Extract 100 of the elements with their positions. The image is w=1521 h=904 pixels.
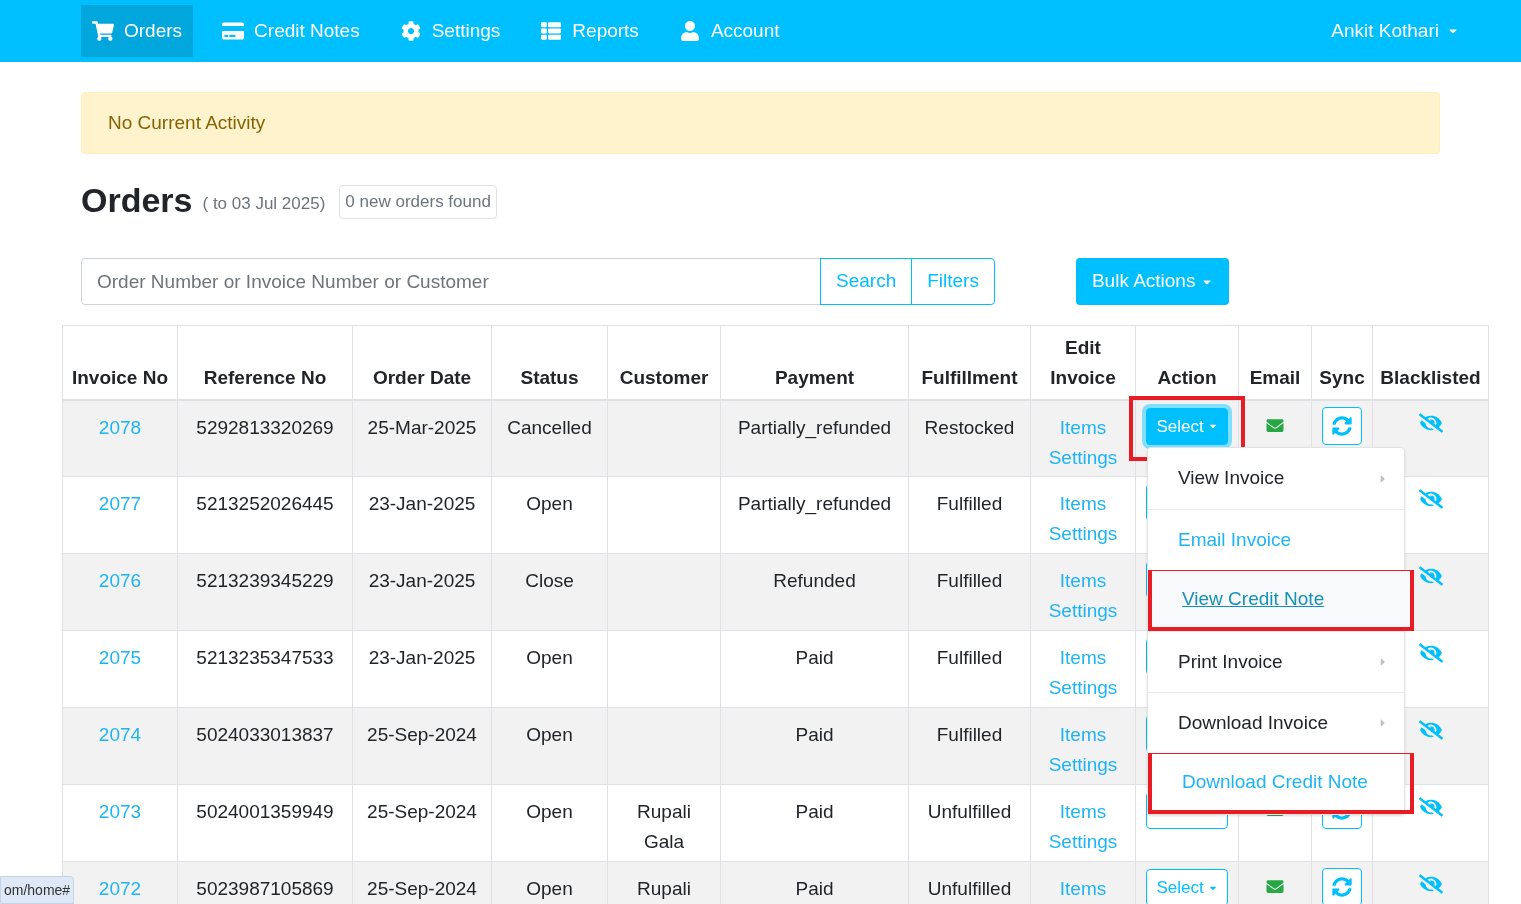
eye-slash-icon[interactable] <box>1418 566 1443 586</box>
dropdown-item[interactable]: Email Invoice <box>1148 510 1404 570</box>
order-status: Open <box>526 724 573 745</box>
column-header: Email <box>1238 325 1312 400</box>
nav-tab[interactable]: Reports <box>529 5 650 57</box>
dropdown-item[interactable]: Print Invoice <box>1148 632 1404 692</box>
column-header: Blacklisted <box>1372 325 1489 400</box>
column-header: Invoice No <box>62 325 178 400</box>
cart-icon <box>92 21 114 41</box>
column-header: Fulfillment <box>908 325 1031 400</box>
dropdown-item[interactable]: View Invoice <box>1148 448 1404 509</box>
eye-slash-icon[interactable] <box>1418 643 1443 663</box>
reference-number: 5024033013837 <box>196 724 334 745</box>
edit-link[interactable]: Items <box>1059 724 1107 745</box>
column-header: Status <box>491 325 608 400</box>
edit-link[interactable]: Items <box>1059 416 1107 438</box>
reference-number: 5023987105869 <box>196 878 334 899</box>
edit-link[interactable]: Items <box>1059 493 1107 514</box>
date-range: ( to 03 Jul 2025) <box>202 192 326 215</box>
fulfillment-status: Unfulfilled <box>927 801 1012 822</box>
email-icon[interactable] <box>1265 878 1285 895</box>
user-icon <box>678 21 701 41</box>
sync-button[interactable] <box>1322 406 1362 445</box>
reference-number: 5024001359949 <box>196 801 334 822</box>
invoice-link[interactable]: 2074 <box>98 724 142 745</box>
order-date: 25-Mar-2025 <box>367 416 477 438</box>
order-date: 23-Jan-2025 <box>368 493 476 514</box>
column-header: Sync <box>1311 325 1373 400</box>
search-field[interactable]: Order Number or Invoice Number or Customer <box>81 258 821 305</box>
fulfillment-status: Fulfilled <box>936 570 1003 591</box>
alert-text: No Current Activity <box>108 110 266 135</box>
reference-number: 5213239345229 <box>196 570 334 591</box>
eye-slash-icon[interactable] <box>1418 412 1443 433</box>
status-url-tooltip: om/home# <box>0 876 75 904</box>
page-title: Orders <box>81 180 193 220</box>
edit-link[interactable]: Settings <box>1048 600 1118 621</box>
invoice-link[interactable]: 2072 <box>98 878 142 899</box>
edit-link[interactable]: Settings <box>1048 831 1118 852</box>
user-menu[interactable]: Ankit Kothari <box>1331 16 1459 46</box>
order-status: Open <box>526 878 573 899</box>
order-date: 23-Jan-2025 <box>368 647 476 668</box>
edit-link[interactable]: Items <box>1059 570 1107 591</box>
sync-icon <box>1332 877 1352 897</box>
payment-status: Paid <box>795 647 834 668</box>
column-header: Edit Invoice <box>1030 325 1136 400</box>
nav-tab[interactable]: Settings <box>388 5 512 57</box>
fulfillment-status: Fulfilled <box>936 647 1003 668</box>
dropdown-item[interactable]: Download Credit Note <box>1152 754 1410 810</box>
settings-icon <box>399 21 422 41</box>
invoice-link[interactable]: 2077 <box>98 493 142 514</box>
order-status: Open <box>526 493 573 514</box>
fulfillment-status: Fulfilled <box>936 493 1003 514</box>
invoice-link[interactable]: 2075 <box>98 647 142 668</box>
payment-status: Refunded <box>773 570 856 591</box>
select-dropdown-button[interactable]: Select <box>1146 869 1228 904</box>
invoice-link[interactable]: 2073 <box>98 801 142 822</box>
dropdown-item[interactable]: View Credit Note <box>1152 571 1410 627</box>
email-icon[interactable] <box>1265 416 1285 434</box>
edit-link[interactable]: Items <box>1059 801 1107 822</box>
order-status: Close <box>525 570 574 591</box>
list-icon <box>540 21 563 41</box>
order-date: 25-Sep-2024 <box>367 878 477 899</box>
payment-status: Partially_refunded <box>737 493 892 514</box>
payment-status: Partially_refunded <box>737 416 892 438</box>
search-button[interactable]: Search <box>820 258 913 305</box>
filters-button[interactable]: Filters <box>911 258 995 305</box>
reference-number: 5292813320269 <box>196 416 334 438</box>
sync-button[interactable] <box>1322 868 1362 904</box>
column-header: Payment <box>720 325 909 400</box>
order-status: Open <box>526 801 573 822</box>
invoice-link[interactable]: 2078 <box>98 416 142 438</box>
eye-slash-icon[interactable] <box>1418 874 1443 894</box>
eye-slash-icon[interactable] <box>1418 489 1443 509</box>
order-date: 25-Sep-2024 <box>367 801 477 822</box>
edit-link[interactable]: Items <box>1059 647 1107 668</box>
payment-status: Paid <box>795 724 834 745</box>
edit-link[interactable]: Settings <box>1048 754 1118 775</box>
dropdown-item[interactable]: Download Invoice <box>1148 693 1404 753</box>
order-date: 23-Jan-2025 <box>368 570 476 591</box>
edit-link[interactable]: Settings <box>1048 677 1118 698</box>
fulfillment-status: Restocked <box>924 416 1015 438</box>
bulk-actions-button[interactable]: Bulk Actions <box>1075 258 1230 305</box>
nav-tab[interactable]: Account <box>667 5 791 57</box>
column-header: Customer <box>607 325 721 400</box>
payment-status: Paid <box>795 801 834 822</box>
nav-tab[interactable]: Orders <box>81 5 194 57</box>
customer-name: Rupali Gala <box>636 800 692 854</box>
customer-name: Rupali <box>636 877 692 901</box>
reference-number: 5213235347533 <box>196 647 334 668</box>
eye-slash-icon[interactable] <box>1418 720 1443 740</box>
edit-link[interactable]: Settings <box>1048 446 1118 468</box>
invoice-link[interactable]: 2076 <box>98 570 142 591</box>
order-status: Cancelled <box>507 416 592 438</box>
new-orders-badge: 0 new orders found <box>339 185 497 219</box>
reference-number: 5213252026445 <box>196 493 334 514</box>
nav-tab[interactable]: Credit Notes <box>211 5 371 57</box>
eye-slash-icon[interactable] <box>1418 797 1443 817</box>
sync-icon <box>1332 415 1352 436</box>
credit-card-icon <box>222 21 245 41</box>
edit-link[interactable]: Settings <box>1048 523 1118 544</box>
